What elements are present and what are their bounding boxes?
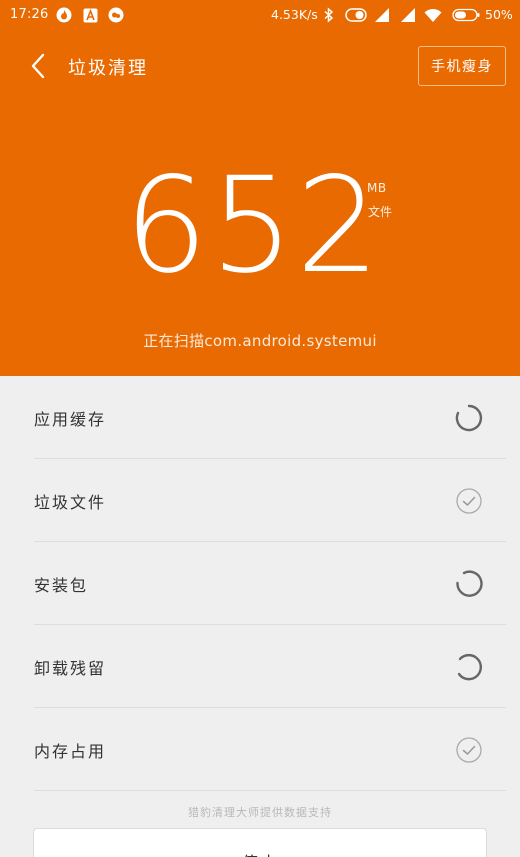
flame-notification-icon [56,7,72,23]
category-label: 安装包 [34,575,89,595]
category-label: 卸载残留 [34,658,107,678]
wifi-icon [424,7,442,23]
junk-cleaner-screen: 17:26 4.53K/s 50% 垃圾清理 手机瘦身 652 MB 文件 正在… [0,0,520,857]
battery-icon [452,7,480,23]
category-label: 垃圾文件 [34,492,107,512]
category-row-uninstall-residue[interactable]: 卸载残留 [0,625,520,708]
category-label: 应用缓存 [34,409,107,429]
category-list: 应用缓存 垃圾文件 安装包 卸载残留 内存占用 [0,376,520,791]
category-row-memory-usage[interactable]: 内存占用 [0,708,520,791]
back-button[interactable] [24,52,52,80]
network-speed: 4.53K/s [271,7,318,22]
phone-slim-button[interactable]: 手机瘦身 [418,46,506,86]
chat-notification-icon [108,7,124,23]
battery-percent: 50% [485,7,513,22]
stop-button[interactable]: 停止 [33,828,487,857]
spinner-icon [455,404,483,431]
scan-status-text: 正在扫描com.android.systemui [143,332,377,350]
a-notification-icon [82,7,98,23]
spinner-icon [457,653,483,680]
bluetooth-icon [321,7,337,23]
check-circle-icon [456,487,482,514]
toggle-icon [345,7,367,23]
junk-size-unit: MB [367,181,387,195]
junk-size-value: 652 [124,149,382,303]
signal-icon [400,7,416,23]
category-row-app-cache[interactable]: 应用缓存 [0,376,520,459]
category-row-install-packages[interactable]: 安装包 [0,542,520,625]
status-bar: 17:26 4.53K/s 50% [0,0,520,30]
check-circle-icon [456,736,482,763]
page-title: 垃圾清理 [68,58,148,79]
category-row-junk-files[interactable]: 垃圾文件 [0,459,520,542]
junk-size-label: 文件 [368,205,393,219]
status-time: 17:26 [10,7,49,22]
category-label: 内存占用 [34,741,107,761]
spinner-icon [456,569,483,597]
powered-by-note: 猎豹清理大师提供数据支持 [188,806,332,819]
chevron-left-icon [31,53,45,79]
signal-icon [374,7,390,23]
scan-header: 17:26 4.53K/s 50% 垃圾清理 手机瘦身 652 MB 文件 正在… [0,0,520,376]
